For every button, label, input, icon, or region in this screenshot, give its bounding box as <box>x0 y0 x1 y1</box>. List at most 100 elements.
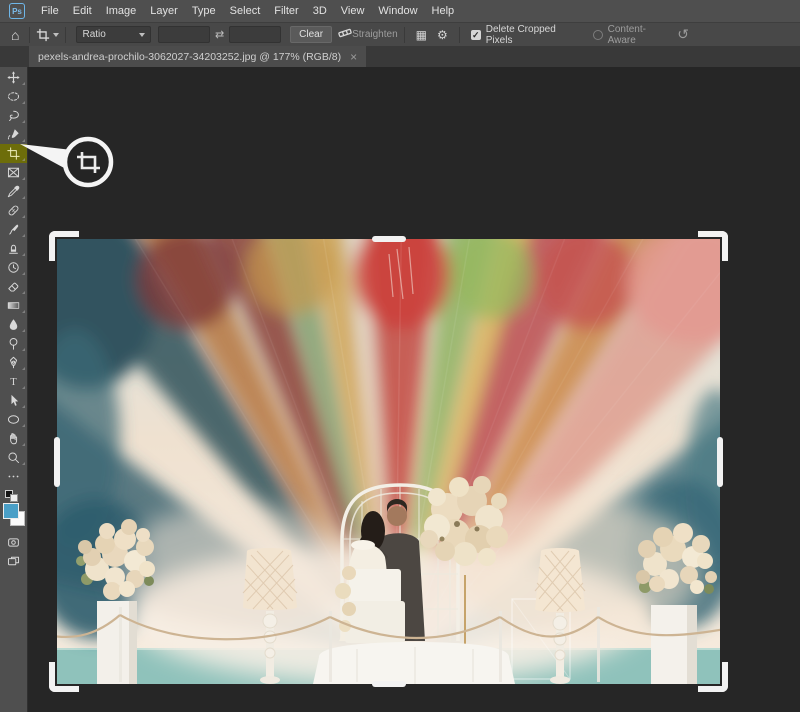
stamp-icon <box>7 242 20 255</box>
divider <box>29 27 30 43</box>
tool-crop[interactable] <box>0 144 27 163</box>
tool-gradient[interactable] <box>0 296 27 315</box>
crop-handle-bottom[interactable] <box>372 681 406 687</box>
tool-brush[interactable] <box>0 220 27 239</box>
menu-file[interactable]: File <box>34 0 66 22</box>
workspace: T <box>0 67 800 712</box>
ratio-select[interactable]: Ratio <box>76 26 151 43</box>
tool-lasso[interactable] <box>0 106 27 125</box>
foreground-color-swatch[interactable] <box>3 503 19 519</box>
hand-icon <box>7 432 20 445</box>
reset-tool-icon[interactable]: ↺ <box>677 26 689 43</box>
water-drop-icon <box>7 318 20 331</box>
canvas-area[interactable] <box>28 67 800 712</box>
content-aware-label: Content-Aware <box>608 24 673 46</box>
document-tab[interactable]: pexels-andrea-prochilo-3062027-34203252.… <box>29 46 366 67</box>
document-image[interactable] <box>57 239 720 684</box>
tool-zoom[interactable] <box>0 448 27 467</box>
tool-hand[interactable] <box>0 429 27 448</box>
tool-dodge[interactable] <box>0 334 27 353</box>
overlay-grid-icon[interactable]: ▦ <box>416 28 427 42</box>
tool-blur[interactable] <box>0 315 27 334</box>
eraser-icon <box>7 280 20 293</box>
bandage-icon <box>7 204 20 217</box>
swap-dimensions-icon[interactable]: ⇄ <box>215 28 224 41</box>
tool-shape[interactable] <box>0 410 27 429</box>
dodge-icon <box>7 337 20 350</box>
color-swatches[interactable] <box>0 502 27 529</box>
tool-path-selection[interactable] <box>0 391 27 410</box>
tool-healing-brush[interactable] <box>0 201 27 220</box>
menu-image[interactable]: Image <box>99 0 144 22</box>
tool-frame[interactable] <box>0 163 27 182</box>
crop-icon <box>7 147 20 160</box>
chevron-down-icon <box>53 33 59 37</box>
menu-filter[interactable]: Filter <box>267 0 305 22</box>
close-tab-icon[interactable]: × <box>350 51 357 63</box>
menu-select[interactable]: Select <box>223 0 268 22</box>
crop-handle-left[interactable] <box>54 437 60 487</box>
crop-settings-gear-icon[interactable]: ⚙ <box>437 28 448 42</box>
crop-handle-top[interactable] <box>372 236 406 242</box>
photoshop-window: Ps File Edit Image Layer Type Select Fil… <box>0 0 800 712</box>
crop-handle-right[interactable] <box>717 437 723 487</box>
menu-3d[interactable]: 3D <box>306 0 334 22</box>
move-icon <box>7 71 20 84</box>
ellipsis-icon <box>7 470 20 483</box>
crop-handle-bottom-right[interactable] <box>698 662 728 692</box>
screen-mode-icon <box>7 555 20 568</box>
tool-type[interactable]: T <box>0 372 27 391</box>
menu-window[interactable]: Window <box>371 0 424 22</box>
pen-nib-icon <box>7 356 20 369</box>
home-icon[interactable]: ⌂ <box>11 28 19 42</box>
crop-handle-bottom-left[interactable] <box>49 662 79 692</box>
edit-toolbar-button[interactable] <box>0 467 27 486</box>
tool-eyedropper[interactable] <box>0 182 27 201</box>
tool-quick-selection[interactable] <box>0 125 27 144</box>
ellipse-shape-icon <box>7 413 20 426</box>
tool-eraser[interactable] <box>0 277 27 296</box>
tool-marquee[interactable] <box>0 87 27 106</box>
tool-move[interactable] <box>0 68 27 87</box>
cursor-arrow-icon <box>7 394 20 407</box>
type-icon: T <box>7 375 20 388</box>
screen-mode-button[interactable] <box>0 552 27 571</box>
ratio-select-label: Ratio <box>82 29 105 40</box>
menu-edit[interactable]: Edit <box>66 0 99 22</box>
crop-handle-top-right[interactable] <box>698 231 728 261</box>
divider <box>404 27 405 43</box>
tools-panel: T <box>0 67 28 712</box>
options-bar: ⌂ Ratio ⇄ Clear Straighten ▦ ⚙ ✓ Delete … <box>0 22 800 46</box>
crop-height-field[interactable] <box>229 26 281 43</box>
default-colors-button[interactable] <box>0 489 27 502</box>
tool-clone-stamp[interactable] <box>0 239 27 258</box>
crop-handle-top-left[interactable] <box>49 231 79 261</box>
history-brush-icon <box>7 261 20 274</box>
frame-icon <box>7 166 20 179</box>
straighten-label: Straighten <box>352 29 398 40</box>
crop-tool-preset[interactable] <box>36 28 59 42</box>
marquee-icon <box>7 90 20 103</box>
content-aware-option[interactable]: Content-Aware <box>593 24 673 46</box>
tab-bar: pexels-andrea-prochilo-3062027-34203252.… <box>0 46 800 67</box>
app-logo-icon: Ps <box>9 3 25 19</box>
brush-icon <box>7 223 20 236</box>
menu-type[interactable]: Type <box>185 0 223 22</box>
magnifier-icon <box>7 451 20 464</box>
divider <box>459 27 460 43</box>
crop-region[interactable] <box>57 239 720 684</box>
delete-cropped-pixels-option[interactable]: ✓ Delete Cropped Pixels <box>471 24 583 46</box>
tool-pen[interactable] <box>0 353 27 372</box>
menu-view[interactable]: View <box>334 0 372 22</box>
clear-button[interactable]: Clear <box>290 26 332 43</box>
straighten-icon[interactable] <box>338 26 352 43</box>
menu-help[interactable]: Help <box>425 0 462 22</box>
quick-mask-button[interactable] <box>0 533 27 552</box>
crop-width-field[interactable] <box>158 26 210 43</box>
tool-history-brush[interactable] <box>0 258 27 277</box>
delete-cropped-pixels-checkbox[interactable]: ✓ <box>471 30 481 40</box>
app-logo-text: Ps <box>12 7 22 16</box>
menu-layer[interactable]: Layer <box>143 0 185 22</box>
content-aware-checkbox[interactable] <box>593 30 603 40</box>
lasso-icon <box>7 109 20 122</box>
